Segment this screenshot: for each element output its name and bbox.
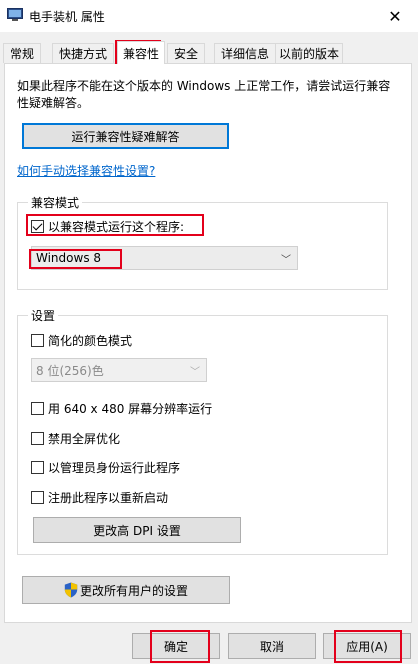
fullscreen-opt-checkbox[interactable]: [31, 431, 44, 445]
register-restart-row[interactable]: 注册此程序以重新启动: [31, 489, 168, 505]
run-as-admin-row[interactable]: 以管理员身份运行此程序: [31, 459, 180, 475]
run-as-admin-checkbox[interactable]: [31, 460, 44, 474]
compat-mode-checkbox-label: 以兼容模式运行这个程序:: [48, 219, 185, 234]
change-dpi-button[interactable]: 更改高 DPI 设置: [33, 517, 241, 543]
register-restart-label: 注册此程序以重新启动: [48, 490, 169, 505]
compat-mode-checkbox[interactable]: [31, 219, 44, 233]
close-icon: ✕: [388, 6, 402, 26]
tab-previous-versions[interactable]: 以前的版本: [275, 43, 343, 63]
resolution-label: 用 640 x 480 屏幕分辨率运行: [48, 401, 213, 416]
change-all-users-button[interactable]: 更改所有用户的设置: [22, 576, 230, 604]
tab-security[interactable]: 安全: [167, 43, 205, 63]
chevron-down-icon: ﹀: [281, 255, 291, 266]
shield-icon: [64, 582, 78, 598]
chevron-down-icon: ﹀: [190, 367, 200, 378]
change-all-users-label: 更改所有用户的设置: [79, 583, 188, 598]
fullscreen-opt-label: 禁用全屏优化: [48, 431, 121, 446]
reduced-color-row[interactable]: 简化的颜色模式: [31, 332, 132, 348]
manual-settings-link[interactable]: 如何手动选择兼容性设置?: [17, 162, 155, 179]
register-restart-checkbox[interactable]: [31, 490, 44, 504]
tab-general[interactable]: 常规: [3, 43, 41, 63]
reduced-color-checkbox[interactable]: [31, 333, 44, 347]
compat-mode-checkbox-row[interactable]: 以兼容模式运行这个程序:: [31, 218, 184, 234]
reduced-color-label: 简化的颜色模式: [48, 333, 133, 348]
ok-button[interactable]: 确定: [132, 633, 220, 659]
run-troubleshooter-button[interactable]: 运行兼容性疑难解答: [22, 123, 229, 149]
window-title: 电手装机 属性: [29, 10, 105, 24]
run-as-admin-label: 以管理员身份运行此程序: [48, 460, 181, 475]
tab-compatibility[interactable]: 兼容性: [117, 41, 165, 64]
cancel-button[interactable]: 取消: [228, 633, 316, 659]
compat-mode-title: 兼容模式: [28, 194, 83, 211]
resolution-checkbox[interactable]: [31, 401, 44, 415]
apply-button[interactable]: 应用(A): [323, 633, 411, 659]
color-depth-select[interactable]: 8 位(256)色 ﹀: [31, 358, 207, 382]
app-icon: [7, 8, 23, 21]
settings-title: 设置: [28, 307, 59, 324]
intro-text: 如果此程序不能在这个版本的 Windows 上正常工作，请尝试运行兼容性疑难解答…: [17, 79, 391, 110]
fullscreen-opt-row[interactable]: 禁用全屏优化: [31, 430, 120, 446]
os-select[interactable]: Windows 8 ﹀: [31, 246, 298, 270]
title-bar: 电手装机 属性 ✕: [0, 0, 418, 32]
tab-details[interactable]: 详细信息: [214, 43, 276, 63]
color-depth-value: 8 位(256)色: [36, 363, 104, 378]
close-button[interactable]: ✕: [372, 0, 418, 32]
tab-shortcut[interactable]: 快捷方式: [52, 43, 114, 63]
os-select-value: Windows 8: [36, 251, 102, 265]
resolution-row[interactable]: 用 640 x 480 屏幕分辨率运行: [31, 400, 212, 416]
